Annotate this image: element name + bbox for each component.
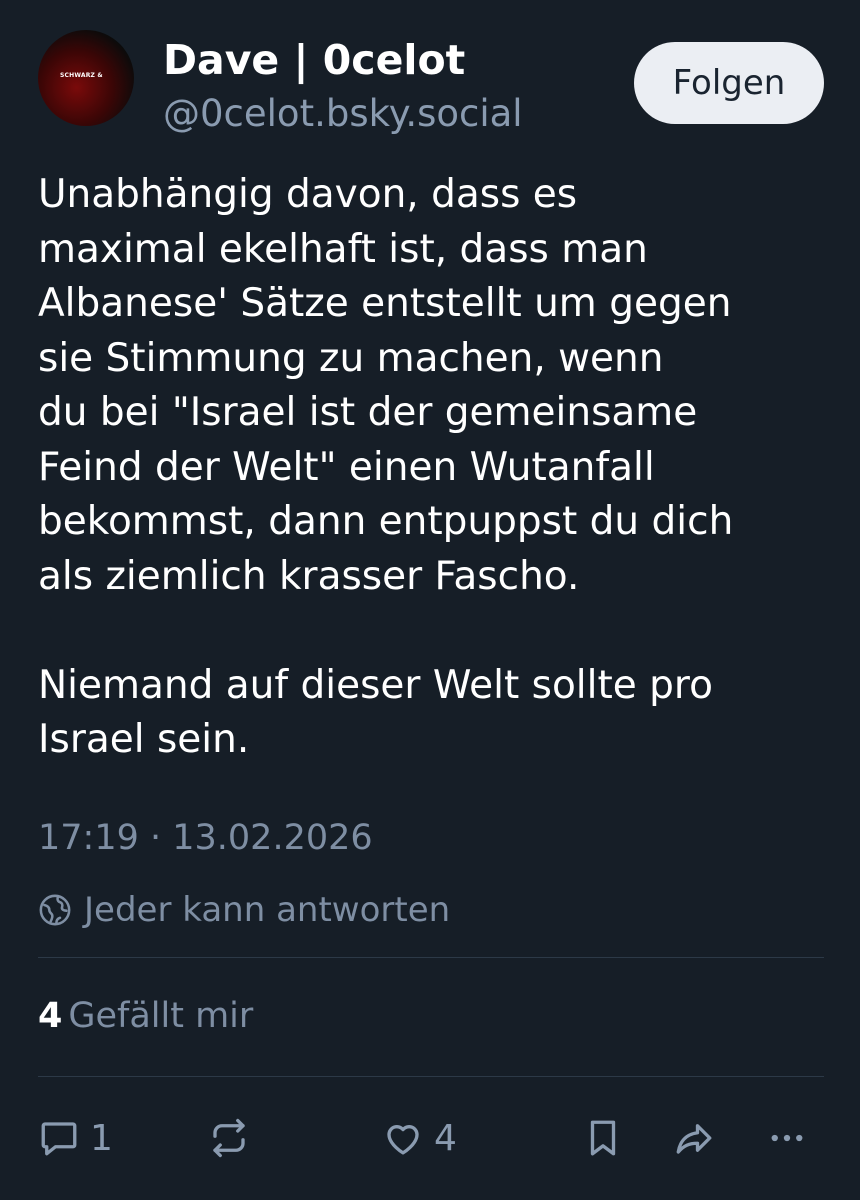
speech-bubble-icon xyxy=(38,1117,80,1159)
more-dots-icon xyxy=(764,1117,810,1159)
reply-count: 1 xyxy=(90,1117,113,1159)
likes-summary[interactable]: 4 Gefällt mir xyxy=(38,996,253,1036)
reply-setting-label: Jeder kann antworten xyxy=(84,890,451,930)
like-count: 4 xyxy=(434,1117,457,1159)
author-handle[interactable]: @0celot.bsky.social xyxy=(163,92,523,135)
follow-button[interactable]: Folgen xyxy=(634,42,824,124)
likes-count: 4 xyxy=(38,996,63,1036)
post-timestamp: 17:19 · 13.02.2026 xyxy=(38,818,373,858)
post-header: SCHWARZ & Dave | 0celot @0celot.bsky.soc… xyxy=(0,0,860,150)
repost-arrows-icon xyxy=(208,1117,250,1159)
share-arrow-icon xyxy=(672,1117,716,1159)
reply-setting[interactable]: Jeder kann antworten xyxy=(38,886,450,934)
more-options-button[interactable] xyxy=(764,1110,810,1166)
bookmark-button[interactable] xyxy=(582,1110,624,1166)
share-button[interactable] xyxy=(672,1110,716,1166)
divider xyxy=(38,1076,824,1077)
post-body: Unabhängig davon, dass es maximal ekelha… xyxy=(38,168,838,768)
avatar-text: SCHWARZ & xyxy=(60,72,103,79)
heart-icon xyxy=(382,1117,424,1159)
divider xyxy=(38,957,824,958)
action-bar: 1 4 xyxy=(0,1110,860,1166)
likes-label: Gefällt mir xyxy=(68,996,254,1036)
post-paragraph: Unabhängig davon, dass es maximal ekelha… xyxy=(38,172,734,599)
avatar[interactable]: SCHWARZ & xyxy=(38,30,134,126)
repost-button[interactable] xyxy=(208,1110,250,1166)
bookmark-icon xyxy=(582,1117,624,1159)
globe-icon xyxy=(38,893,72,927)
author-display-name[interactable]: Dave | 0celot xyxy=(163,36,465,84)
reply-button[interactable]: 1 xyxy=(38,1110,113,1166)
like-button[interactable]: 4 xyxy=(382,1110,457,1166)
post-paragraph: Niemand auf dieser Welt sollte pro Israe… xyxy=(38,662,713,763)
